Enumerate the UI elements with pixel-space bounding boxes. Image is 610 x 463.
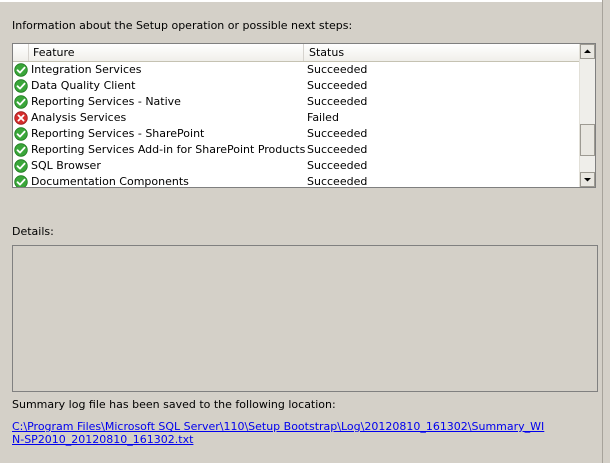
table-row[interactable]: Reporting Services - Native Succeeded xyxy=(13,94,579,110)
row-status: Failed xyxy=(307,111,339,124)
info-label: Information about the Setup operation or… xyxy=(12,19,353,32)
table-row[interactable]: Analysis Services Failed xyxy=(13,110,579,126)
row-feature: Documentation Components xyxy=(31,175,189,188)
column-header-status[interactable]: Status xyxy=(304,44,579,61)
summary-label: Summary log file has been saved to the f… xyxy=(12,398,336,411)
summary-log-link[interactable]: C:\Program Files\Microsoft SQL Server\11… xyxy=(12,420,552,446)
scroll-thumb[interactable] xyxy=(580,124,595,156)
success-icon xyxy=(14,63,28,77)
row-status: Succeeded xyxy=(307,79,368,92)
row-status: Succeeded xyxy=(307,127,368,140)
table-row[interactable]: Reporting Services Add-in for SharePoint… xyxy=(13,142,579,158)
success-icon xyxy=(14,159,28,173)
row-feature: Integration Services xyxy=(31,63,142,76)
scroll-down-arrow-icon xyxy=(584,178,591,182)
row-status: Succeeded xyxy=(307,95,368,108)
success-icon xyxy=(14,127,28,141)
row-feature: Reporting Services - SharePoint xyxy=(31,127,205,140)
table-row[interactable]: Integration Services Succeeded xyxy=(13,62,579,78)
row-feature: Data Quality Client xyxy=(31,79,136,92)
row-feature: Analysis Services xyxy=(31,111,127,124)
list-rows: Integration Services Succeeded Data Qual… xyxy=(13,62,579,188)
header-icon-column[interactable] xyxy=(13,44,29,61)
table-row[interactable]: Data Quality Client Succeeded xyxy=(13,78,579,94)
vertical-scrollbar[interactable] xyxy=(579,44,595,187)
details-text-area[interactable] xyxy=(12,245,598,392)
success-icon xyxy=(14,175,28,187)
success-icon xyxy=(14,143,28,157)
scroll-down-button[interactable] xyxy=(580,172,595,187)
error-icon xyxy=(14,111,28,125)
window-top-border xyxy=(0,0,602,2)
list-header: Feature Status xyxy=(13,44,579,62)
table-row[interactable]: Reporting Services - SharePoint Succeede… xyxy=(13,126,579,142)
row-feature: Reporting Services - Native xyxy=(31,95,181,108)
row-status: Succeeded xyxy=(307,175,368,188)
scroll-up-button[interactable] xyxy=(580,44,595,59)
scroll-up-arrow-icon xyxy=(584,49,591,53)
row-status: Succeeded xyxy=(307,63,368,76)
row-status: Succeeded xyxy=(307,143,368,156)
table-row[interactable]: Documentation Components Succeeded xyxy=(13,174,579,188)
row-status: Succeeded xyxy=(307,159,368,172)
column-header-feature[interactable]: Feature xyxy=(29,44,304,61)
success-icon xyxy=(14,79,28,93)
window-right-border xyxy=(602,0,603,463)
success-icon xyxy=(14,95,28,109)
row-feature: SQL Browser xyxy=(31,159,101,172)
row-feature: Reporting Services Add-in for SharePoint… xyxy=(31,143,306,156)
details-label: Details: xyxy=(12,225,54,238)
feature-status-list[interactable]: Feature Status Integration Services Succ… xyxy=(12,43,596,188)
table-row[interactable]: SQL Browser Succeeded xyxy=(13,158,579,174)
